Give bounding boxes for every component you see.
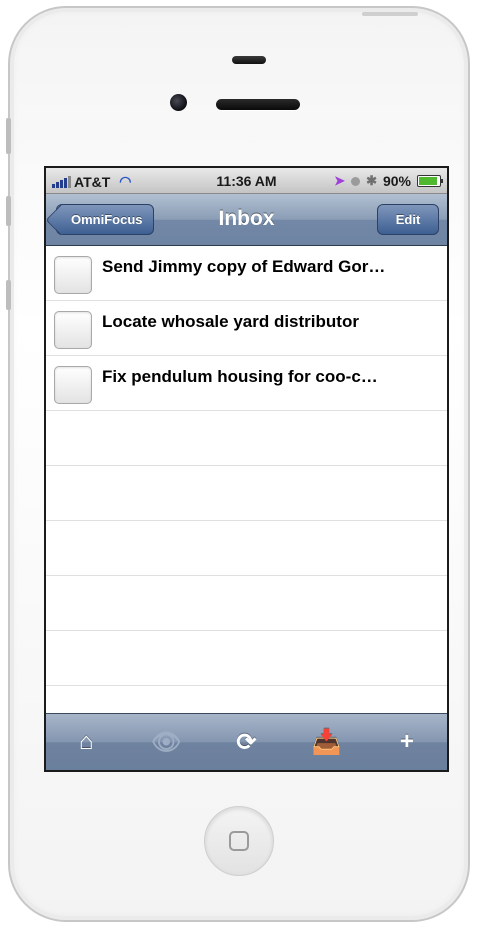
- task-row[interactable]: Locate whosale yard distributor: [46, 301, 447, 356]
- home-button[interactable]: [204, 806, 274, 876]
- bluetooth-icon: ✱: [366, 173, 377, 188]
- task-list: Send Jimmy copy of Edward Gor… Locate who…: [46, 246, 447, 716]
- task-checkbox[interactable]: [54, 311, 92, 349]
- empty-row: [46, 466, 447, 521]
- empty-row: [46, 631, 447, 686]
- front-camera: [170, 94, 187, 111]
- status-bar: AT&T ◠ 11:36 AM ➤ ✱ 90%: [46, 168, 447, 194]
- bottom-toolbar: ⌂ 👁 ⟳ 📥 +: [46, 713, 447, 770]
- task-title: Locate whosale yard distributor: [102, 312, 359, 331]
- mute-switch: [6, 118, 11, 154]
- back-button-label: OmniFocus: [71, 212, 143, 227]
- empty-row: [46, 686, 447, 716]
- volume-down-button: [6, 280, 11, 310]
- location-arrow-icon: ➤: [334, 173, 346, 188]
- empty-row: [46, 411, 447, 466]
- volume-up-button: [6, 196, 11, 226]
- battery-icon: [417, 175, 443, 187]
- edit-button[interactable]: Edit: [377, 204, 439, 235]
- task-row[interactable]: Fix pendulum housing for coo-c…: [46, 356, 447, 411]
- task-title: Fix pendulum housing for coo-c…: [102, 367, 378, 386]
- earpiece: [216, 99, 300, 110]
- navigation-bar: OmniFocus Inbox Edit: [46, 194, 447, 246]
- task-checkbox[interactable]: [54, 256, 92, 294]
- task-title: Send Jimmy copy of Edward Gor…: [102, 257, 386, 276]
- task-row[interactable]: Send Jimmy copy of Edward Gor…: [46, 246, 447, 301]
- sync-icon[interactable]: ⟳: [226, 722, 266, 762]
- speaker-grille: [232, 56, 266, 64]
- home-icon[interactable]: ⌂: [66, 722, 106, 762]
- battery-percent: 90%: [382, 173, 411, 189]
- task-checkbox[interactable]: [54, 366, 92, 404]
- inbox-tray-icon[interactable]: 📥: [307, 722, 347, 762]
- perspective-eye-icon[interactable]: 👁: [146, 722, 186, 762]
- home-square-icon: [229, 831, 249, 851]
- screen: AT&T ◠ 11:36 AM ➤ ✱ 90% OmniFocus Inbox …: [44, 166, 449, 772]
- alarm-icon: [351, 176, 361, 186]
- add-icon[interactable]: +: [387, 722, 427, 762]
- sleep-button: [362, 12, 418, 16]
- empty-row: [46, 576, 447, 631]
- empty-row: [46, 521, 447, 576]
